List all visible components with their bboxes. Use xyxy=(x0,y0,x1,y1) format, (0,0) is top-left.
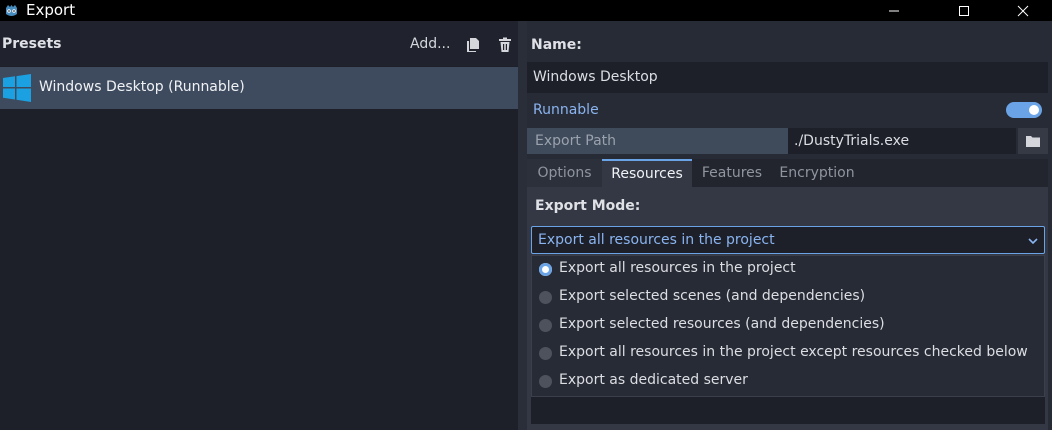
runnable-toggle[interactable] xyxy=(1006,102,1042,118)
radio-checked-icon xyxy=(539,263,552,276)
title-bar: Export xyxy=(0,0,1052,21)
tab-options[interactable]: Options xyxy=(527,159,602,187)
chevron-down-icon xyxy=(1028,238,1038,245)
option-label: Export selected scenes (and dependencies… xyxy=(559,288,866,304)
close-button[interactable] xyxy=(1000,0,1046,21)
export-mode-option[interactable]: Export as dedicated server xyxy=(539,368,1039,396)
panel-splitter[interactable] xyxy=(518,21,527,430)
export-tabs: Options Resources Features Encryption xyxy=(527,159,1048,187)
godot-app-icon xyxy=(6,5,17,16)
radio-unchecked-icon xyxy=(539,319,552,332)
close-icon xyxy=(1017,5,1029,16)
window-title: Export xyxy=(26,1,76,19)
maximize-icon xyxy=(959,5,969,16)
tab-encryption[interactable]: Encryption xyxy=(772,159,862,187)
export-mode-option[interactable]: Export all resources in the project xyxy=(539,256,1039,284)
option-label: Export selected resources (and dependenc… xyxy=(559,316,885,332)
radio-unchecked-icon xyxy=(539,291,552,304)
resources-tab-content: Export Mode: Export all resources in the… xyxy=(527,187,1048,430)
resource-filter-field[interactable] xyxy=(531,397,1045,424)
radio-unchecked-icon xyxy=(539,375,552,388)
export-path-input[interactable]: ./DustyTrials.exe xyxy=(788,128,1016,154)
preset-item-windows-desktop[interactable]: Windows Desktop (Runnable) xyxy=(0,67,518,109)
radio-unchecked-icon xyxy=(539,347,552,360)
option-label: Export all resources in the project exce… xyxy=(559,344,1028,360)
export-mode-dropdown[interactable]: Export all resources in the project xyxy=(531,226,1045,254)
export-path-label: Export Path xyxy=(527,128,788,154)
export-mode-selected: Export all resources in the project xyxy=(538,232,775,248)
duplicate-icon[interactable] xyxy=(465,37,481,53)
preset-item-label: Windows Desktop (Runnable) xyxy=(39,79,245,95)
minimize-button[interactable] xyxy=(871,0,917,21)
presets-header: Presets Add... xyxy=(0,21,518,66)
delete-icon[interactable] xyxy=(497,37,513,53)
windows-logo-icon xyxy=(3,74,31,102)
presets-title: Presets xyxy=(2,36,62,52)
runnable-label: Runnable xyxy=(533,102,599,118)
name-label: Name: xyxy=(531,37,582,53)
maximize-button[interactable] xyxy=(941,0,987,21)
export-mode-label: Export Mode: xyxy=(535,198,641,214)
export-mode-option[interactable]: Export selected resources (and dependenc… xyxy=(539,312,1039,340)
presets-list: Windows Desktop (Runnable) xyxy=(0,66,518,430)
browse-folder-button[interactable] xyxy=(1018,128,1048,154)
export-mode-popup-menu: Export all resources in the project Expo… xyxy=(531,255,1045,397)
folder-icon xyxy=(1026,136,1040,147)
preset-name-input[interactable]: Windows Desktop xyxy=(527,62,1048,93)
export-mode-option[interactable]: Export selected scenes (and dependencies… xyxy=(539,284,1039,312)
option-label: Export as dedicated server xyxy=(559,372,748,388)
tab-features[interactable]: Features xyxy=(692,159,772,187)
preset-details-panel: Name: Windows Desktop Runnable Export Pa… xyxy=(527,21,1052,430)
minimize-icon xyxy=(889,10,899,11)
presets-panel: Presets Add... Windows Desktop (Runnable… xyxy=(0,21,518,430)
export-mode-option[interactable]: Export all resources in the project exce… xyxy=(539,340,1039,368)
tab-resources[interactable]: Resources xyxy=(602,159,692,187)
add-preset-button[interactable]: Add... xyxy=(410,36,450,52)
option-label: Export all resources in the project xyxy=(559,260,796,276)
toggle-knob xyxy=(1029,105,1039,115)
